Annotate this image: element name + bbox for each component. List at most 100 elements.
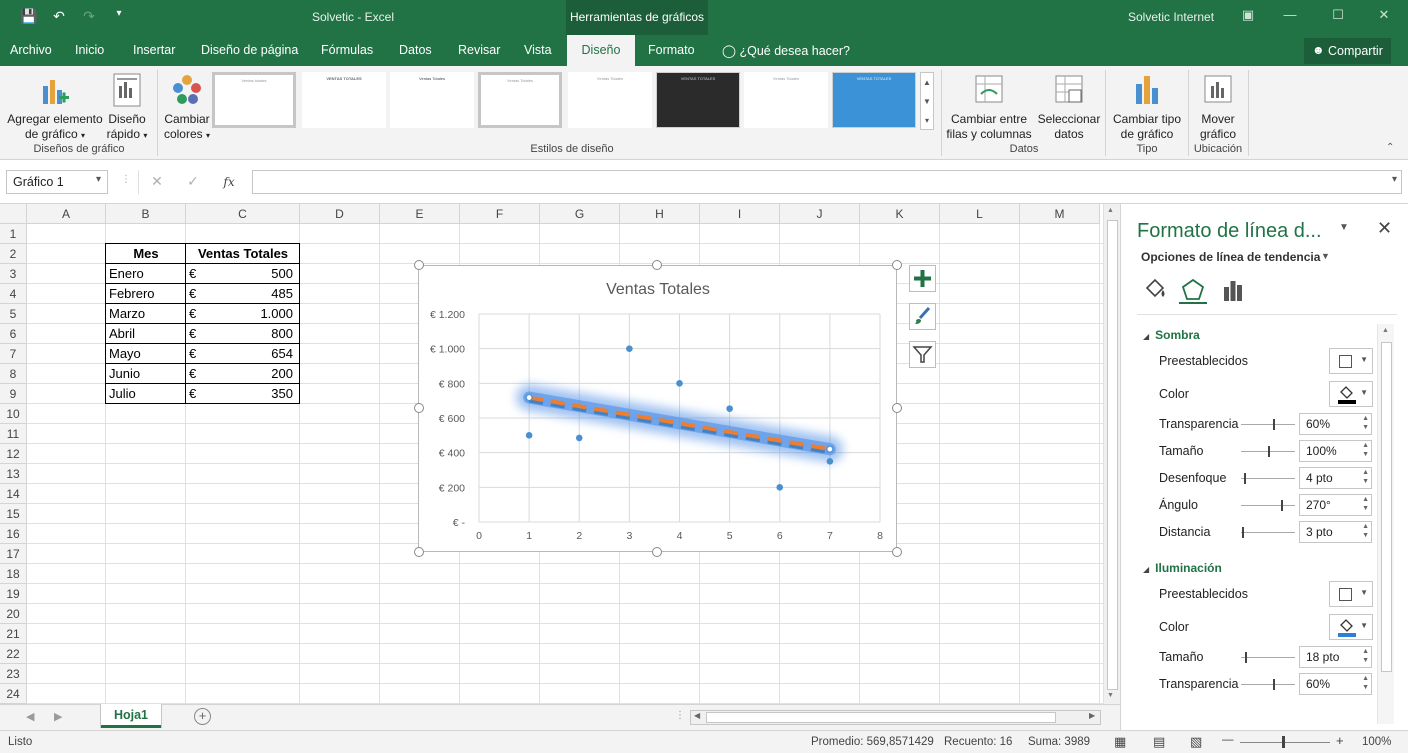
column-header[interactable]: C [186,204,300,224]
chart-style-thumb-4[interactable]: Ventas Totales [478,72,562,128]
tab-revisar[interactable]: Revisar [458,43,500,57]
resize-handle-n[interactable] [652,260,662,270]
column-header[interactable]: I [700,204,780,224]
currency-cell[interactable]: € [186,284,206,304]
spinner-arrows-icon[interactable]: ▲ ▼ [1362,522,1369,540]
row-header[interactable]: 18 [0,564,27,584]
pane-close-icon[interactable]: ✕ [1377,218,1392,239]
chart-elements-button[interactable] [909,265,936,292]
row-header[interactable]: 1 [0,224,27,244]
header-cell-ventas[interactable]: Ventas Totales [186,244,300,264]
row-header[interactable]: 22 [0,644,27,664]
value-cell[interactable]: 1.000 [206,304,296,324]
glow-transparency-slider[interactable] [1241,679,1295,690]
currency-cell[interactable]: € [186,264,206,284]
chart-style-thumb-1[interactable]: Ventas totales [212,72,296,128]
currency-cell[interactable]: € [186,384,206,404]
sheet-tab-hoja1[interactable]: Hoja1 [101,704,161,728]
column-header[interactable]: F [460,204,540,224]
row-header[interactable]: 3 [0,264,27,284]
shadow-size-input[interactable]: 100% ▲ ▼ [1299,440,1372,462]
tab-archivo[interactable]: Archivo [10,43,52,57]
switch-row-column-button[interactable]: Cambiar entre filas y columnas [946,72,1032,142]
chart-style-thumb-7[interactable]: Ventas Totales [744,72,828,128]
row-header[interactable]: 6 [0,324,27,344]
currency-cell[interactable]: € [186,304,206,324]
row-header[interactable]: 8 [0,364,27,384]
resize-handle-nw[interactable] [414,260,424,270]
value-cell[interactable]: 350 [206,384,296,404]
chart-style-thumb-8[interactable]: VENTAS TOTALES [832,72,916,128]
column-header[interactable]: B [106,204,186,224]
tab-splitter-icon[interactable]: ⋮ [675,710,685,721]
normal-view-icon[interactable]: ▦ [1114,734,1126,750]
scroll-left-icon[interactable]: ◀ [694,711,700,720]
column-header[interactable]: M [1020,204,1100,224]
trendline-options-tab[interactable] [1219,276,1247,304]
zoom-slider-knob[interactable] [1282,736,1285,748]
select-all-corner[interactable] [0,204,27,224]
page-layout-view-icon[interactable]: ▤ [1153,734,1165,750]
pane-scrollbar[interactable]: ▲ [1377,324,1394,724]
scroll-down-icon[interactable]: ▼ [1107,692,1114,699]
chart-style-thumb-5[interactable]: Ventas Totales [568,72,652,128]
insert-function-icon[interactable]: fx [211,170,247,194]
tab-datos[interactable]: Datos [399,43,432,57]
row-header[interactable]: 2 [0,244,27,264]
row-header[interactable]: 15 [0,504,27,524]
horizontal-scrollbar[interactable]: ◀ ▶ [690,710,1101,725]
tab-diseno[interactable]: Diseño [567,35,635,66]
spinner-arrows-icon[interactable]: ▲ ▼ [1362,495,1369,513]
shadow-presets-dropdown[interactable]: ▼ [1329,348,1373,374]
pane-scroll-up-icon[interactable]: ▲ [1382,327,1389,334]
chart-style-thumb-3[interactable]: Ventas Totales [390,72,474,128]
shadow-transparency-input[interactable]: 60% ▲ ▼ [1299,413,1372,435]
shadow-blur-input[interactable]: 4 pto ▲ ▼ [1299,467,1372,489]
shadow-blur-slider[interactable] [1241,473,1295,484]
zoom-in-icon[interactable]: + [1336,733,1344,748]
row-header[interactable]: 9 [0,384,27,404]
glow-color-dropdown[interactable]: ▼ [1329,614,1373,640]
shadow-distance-input[interactable]: 3 pto ▲ ▼ [1299,521,1372,543]
resize-handle-ne[interactable] [892,260,902,270]
user-name[interactable]: Solvetic Internet [1128,10,1214,24]
row-header[interactable]: 17 [0,544,27,564]
row-header[interactable]: 23 [0,664,27,684]
column-header[interactable]: G [540,204,620,224]
slider-knob[interactable] [1281,500,1283,511]
shadow-angle-input[interactable]: 270° ▲ ▼ [1299,494,1372,516]
chart-styles-button[interactable] [909,303,936,330]
month-cell[interactable]: Mayo [106,344,186,364]
column-header[interactable]: H [620,204,700,224]
pane-subtitle-chevron-icon[interactable]: ▼ [1321,251,1330,261]
resize-handle-e[interactable] [892,403,902,413]
value-cell[interactable]: 500 [206,264,296,284]
close-window-icon[interactable]: ✕ [1374,7,1394,23]
currency-cell[interactable]: € [186,344,206,364]
save-icon[interactable]: 💾 [20,8,38,25]
move-chart-button[interactable]: Mover gráfico [1192,72,1244,142]
shadow-angle-slider[interactable] [1241,500,1295,511]
row-header[interactable]: 24 [0,684,27,704]
change-colors-button[interactable]: Cambiar colores ▾ [162,72,212,143]
resize-handle-s[interactable] [652,547,662,557]
column-header[interactable]: L [940,204,1020,224]
prev-sheet-icon[interactable]: ◀ [26,710,34,723]
name-box[interactable]: Gráfico 1 ▾ [6,170,108,194]
chart-style-thumb-2[interactable]: VENTAS TOTALES [302,72,386,128]
row-header[interactable]: 14 [0,484,27,504]
add-sheet-icon[interactable]: + [194,708,211,725]
tab-vista[interactable]: Vista [524,43,552,57]
tab-insertar[interactable]: Insertar [133,43,175,57]
slider-knob[interactable] [1245,652,1247,663]
shadow-color-dropdown[interactable]: ▼ [1329,381,1373,407]
redo-icon[interactable]: ↷ [80,8,98,25]
month-cell[interactable]: Junio [106,364,186,384]
column-header[interactable]: K [860,204,940,224]
vertical-scroll-thumb[interactable] [1107,220,1118,690]
slider-knob[interactable] [1273,419,1275,430]
pane-subtitle[interactable]: Opciones de línea de tendencia [1141,250,1320,264]
tab-formulas[interactable]: Fórmulas [321,43,373,57]
currency-cell[interactable]: € [186,364,206,384]
chart-filters-button[interactable] [909,341,936,368]
